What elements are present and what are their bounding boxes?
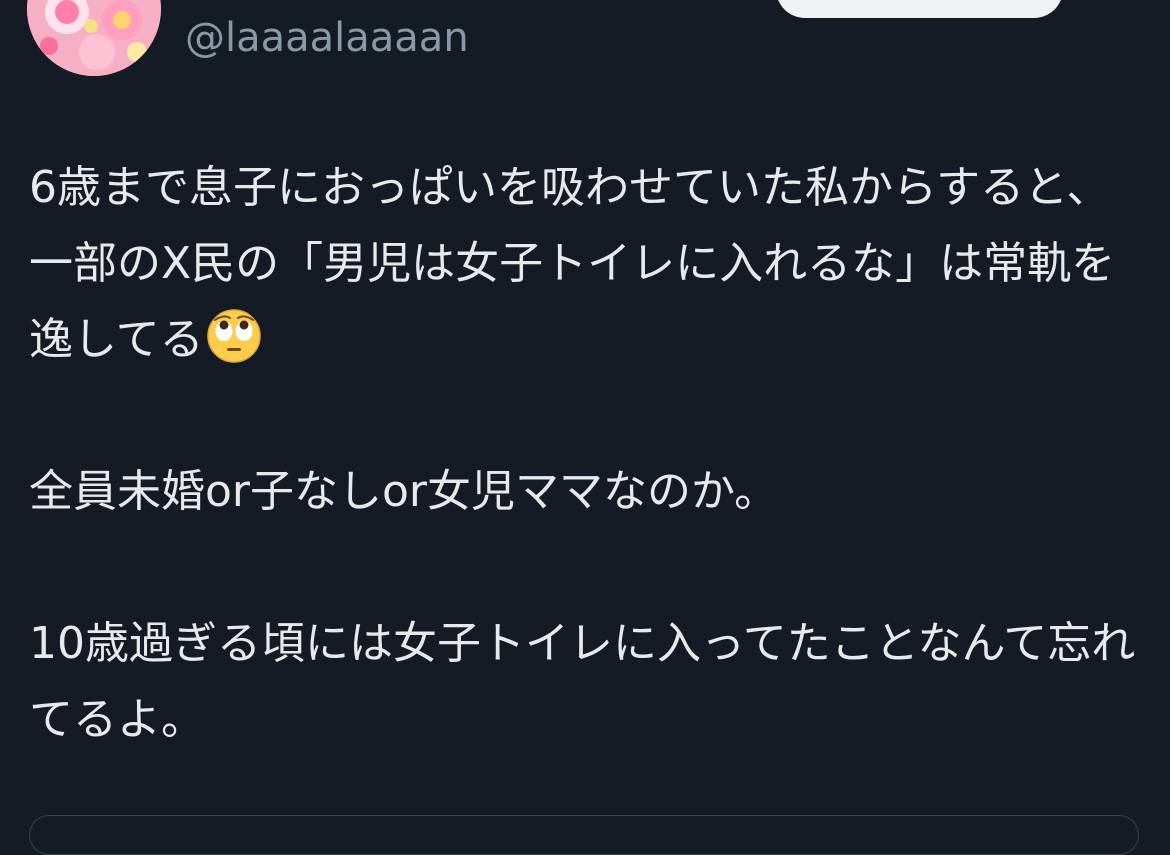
face-with-rolling-eyes-icon <box>206 308 262 364</box>
tweet-paragraph-2: 全員未婚or子なしor女児ママなのか。 <box>29 466 779 517</box>
tweet-paragraph-3: 10歳過ぎる頃には女子トイレに入ってたことなんて忘れてるよ。 <box>29 618 1136 745</box>
tweet-paragraph-1-text: 6歳まで息子におっぱいを吸わせていた私からすると、一部のX民の「男児は女子トイレ… <box>29 162 1116 365</box>
media-card-edge[interactable] <box>29 815 1139 855</box>
tweet-paragraph-1: 6歳まで息子におっぱいを吸わせていた私からすると、一部のX民の「男児は女子トイレ… <box>29 150 1139 378</box>
avatar[interactable] <box>27 0 161 76</box>
tweet-text: 6歳まで息子におっぱいを吸わせていた私からすると、一部のX民の「男児は女子トイレ… <box>29 150 1139 758</box>
floral-avatar-icon <box>27 0 161 76</box>
user-handle[interactable]: @laaaalaaaan <box>185 14 469 62</box>
follow-button[interactable] <box>776 0 1063 18</box>
